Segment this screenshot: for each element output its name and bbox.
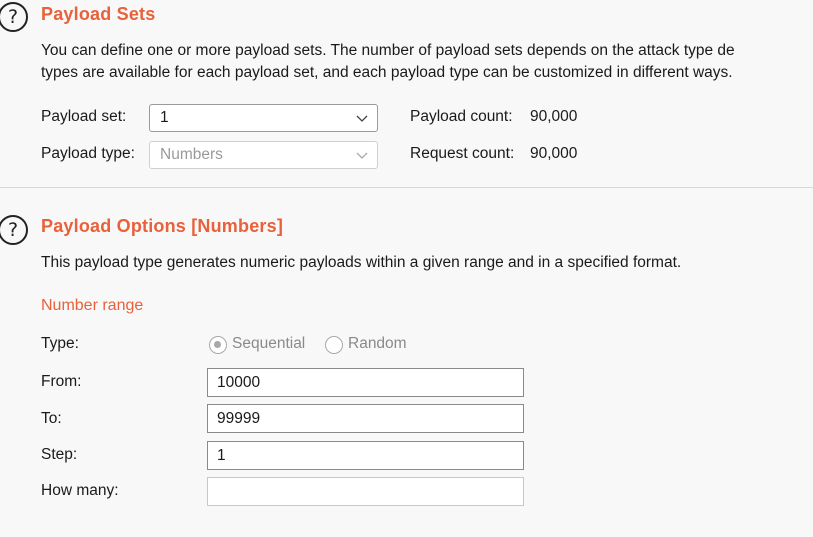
- chevron-down-icon: [356, 115, 368, 122]
- step-input-value: 1: [217, 447, 226, 464]
- payload-sets-title: Payload Sets: [41, 4, 156, 24]
- payload-set-value: 1: [160, 109, 169, 126]
- sequential-radio[interactable]: [209, 336, 227, 354]
- from-input-value: 10000: [217, 374, 261, 391]
- number-type-label: Type:: [41, 335, 79, 352]
- step-label: Step:: [41, 446, 78, 463]
- payload-type-label: Payload type:: [41, 145, 135, 162]
- help-icon[interactable]: ?: [0, 2, 28, 32]
- help-icon[interactable]: ?: [0, 215, 28, 245]
- number-range-heading: Number range: [41, 297, 144, 314]
- payload-type-value: Numbers: [160, 146, 223, 163]
- payload-count-value: 90,000: [530, 108, 578, 125]
- to-input-value: 99999: [217, 410, 261, 427]
- payload-set-label: Payload set:: [41, 108, 127, 125]
- payload-sets-description-line2: types are available for each payload set…: [41, 64, 733, 81]
- step-input[interactable]: 1: [207, 441, 524, 470]
- request-count-value: 90,000: [530, 145, 578, 162]
- chevron-down-icon: [356, 152, 368, 159]
- from-label: From:: [41, 373, 82, 390]
- to-label: To:: [41, 410, 62, 427]
- payload-type-dropdown[interactable]: Numbers: [149, 141, 378, 169]
- payload-count-label: Payload count:: [410, 108, 513, 125]
- to-input[interactable]: 99999: [207, 404, 524, 433]
- section-divider: [0, 187, 813, 188]
- how-many-label: How many:: [41, 482, 119, 499]
- how-many-input[interactable]: [207, 477, 524, 506]
- from-input[interactable]: 10000: [207, 368, 524, 397]
- request-count-label: Request count:: [410, 145, 515, 162]
- sequential-radio-label[interactable]: Sequential: [232, 335, 305, 353]
- random-radio-label[interactable]: Random: [348, 335, 407, 353]
- payload-options-title: Payload Options [Numbers]: [41, 216, 284, 236]
- payload-set-dropdown[interactable]: 1: [149, 104, 378, 132]
- random-radio[interactable]: [325, 336, 343, 354]
- payload-options-description: This payload type generates numeric payl…: [41, 254, 682, 271]
- payload-sets-description-line1: You can define one or more payload sets.…: [41, 42, 735, 59]
